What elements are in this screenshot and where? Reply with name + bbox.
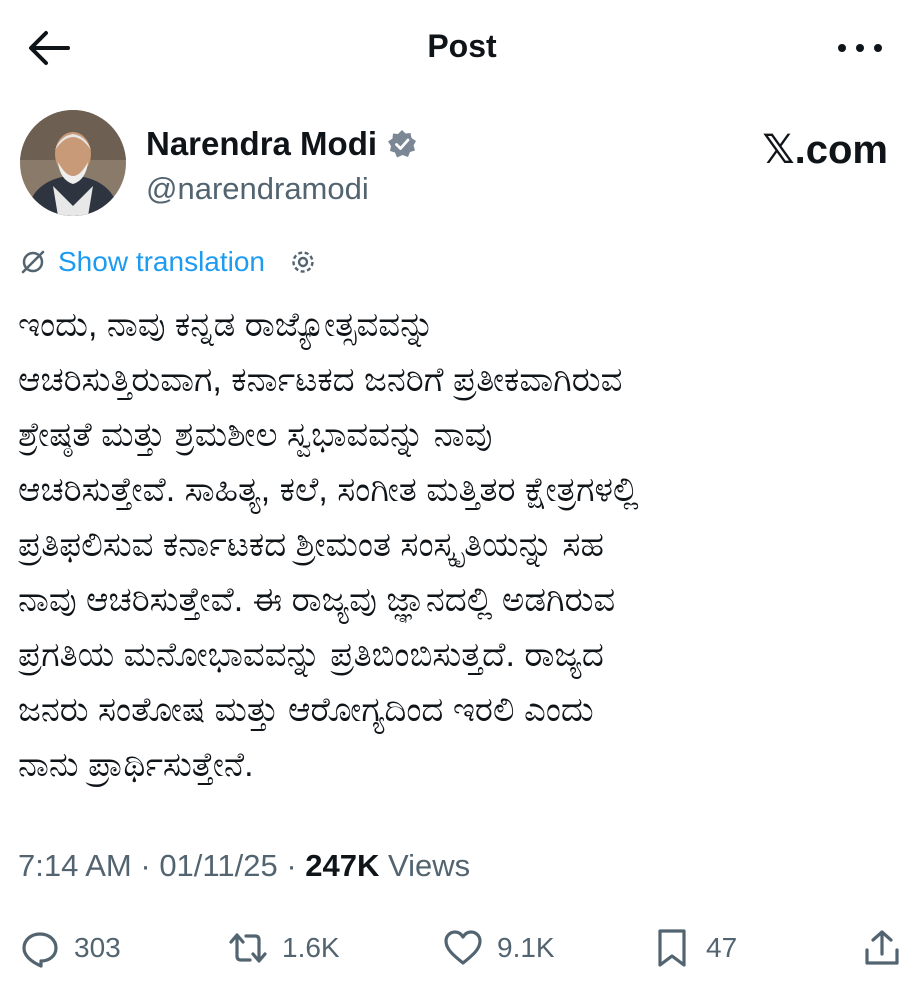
brand-watermark: 𝕏.com — [762, 128, 888, 172]
verified-badge-icon — [388, 130, 417, 158]
avatar[interactable] — [20, 110, 126, 216]
action-bar: 303 1.6K 9.1K 47 — [0, 920, 924, 980]
post-date[interactable]: 01/11/25 — [159, 848, 277, 883]
like-icon — [444, 930, 482, 965]
share-icon — [865, 930, 899, 965]
like-count: 9.1K — [497, 932, 555, 963]
meta-separator: · — [286, 848, 306, 883]
translate-icon — [21, 250, 45, 274]
author-name[interactable]: Narendra Modi — [146, 125, 377, 163]
more-button[interactable] — [830, 30, 890, 66]
gear-icon[interactable] — [289, 248, 317, 276]
views-label: Views — [387, 848, 471, 883]
post-time[interactable]: 7:14 AM — [18, 848, 132, 883]
like-button[interactable]: 9.1K — [443, 920, 555, 976]
more-icon — [838, 44, 882, 52]
repost-count: 1.6K — [282, 932, 340, 963]
share-button[interactable] — [862, 920, 902, 976]
meta-separator: · — [140, 848, 160, 883]
post-text: ಇಂದು, ನಾವು ಕನ್ನಡ ರಾಜ್ಯೋತ್ಸವವನ್ನು ಆಚರಿಸುತ… — [18, 306, 639, 784]
author-block: Narendra Modi @narendramodi 𝕏.com — [0, 105, 924, 225]
page-title: Post — [427, 28, 497, 64]
bookmark-icon — [658, 929, 686, 967]
top-bar: Post — [0, 0, 924, 100]
bookmark-button[interactable]: 47 — [652, 920, 737, 976]
reply-button[interactable]: 303 — [20, 920, 121, 976]
reply-count: 303 — [74, 932, 121, 963]
show-translation-link[interactable]: Show translation — [58, 246, 265, 278]
reply-icon — [22, 932, 58, 968]
bookmark-count: 47 — [706, 932, 738, 963]
views-count: 247K — [305, 848, 380, 883]
repost-icon — [229, 933, 267, 963]
translation-row: Show translation — [18, 246, 317, 278]
author-handle[interactable]: @narendramodi — [146, 171, 369, 207]
repost-button[interactable]: 1.6K — [228, 920, 340, 976]
post-meta: 7:14 AM · 01/11/25 · 247K Views — [18, 848, 470, 884]
